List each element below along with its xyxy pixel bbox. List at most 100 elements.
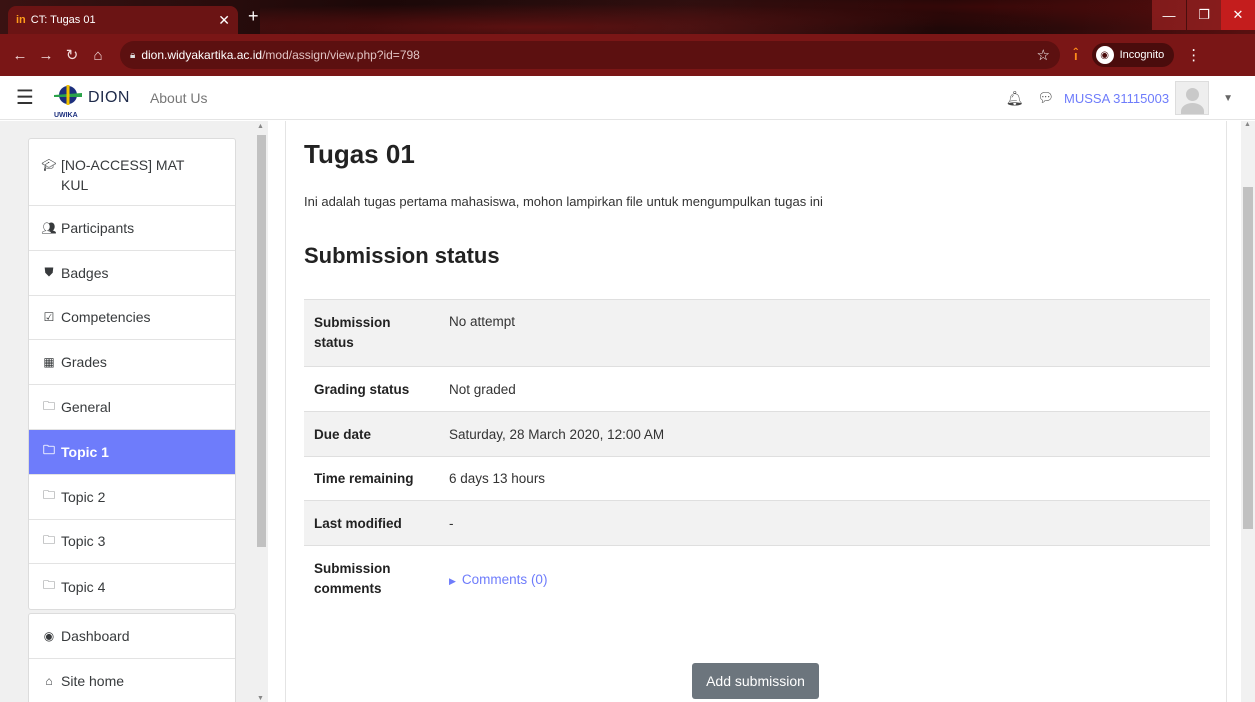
- add-submission-button[interactable]: Add submission: [692, 663, 819, 699]
- row-value-cell: ▶ Comments (0): [439, 546, 1210, 613]
- page-scroll-up-icon[interactable]: ▲: [1244, 121, 1251, 128]
- forward-icon[interactable]: →: [34, 47, 58, 64]
- close-window-icon[interactable]: ✕: [1221, 0, 1255, 30]
- row-label: Grading status: [314, 381, 410, 397]
- table-row: Due date Saturday, 28 March 2020, 12:00 …: [304, 411, 1210, 457]
- sidebar-item-competencies[interactable]: ☑ Competencies: [29, 296, 235, 341]
- check-square-icon: ☑: [43, 310, 55, 325]
- assignment-intro: Ini adalah tugas pertama mahasiswa, moho…: [304, 194, 823, 209]
- scroll-down-icon[interactable]: ▼: [257, 695, 264, 702]
- logo-subtitle: UWIKA: [53, 111, 78, 119]
- incognito-label: Incognito: [1119, 49, 1165, 61]
- shield-icon: ⛊: [44, 265, 54, 280]
- home-icon[interactable]: ⌂: [86, 47, 110, 64]
- tab-favicon-icon: in: [16, 14, 26, 26]
- row-label: Submission status: [314, 315, 391, 350]
- sidebar-item-site-home[interactable]: ⌂ Site home: [29, 659, 235, 702]
- user-name[interactable]: MUSSA 31115003: [1064, 91, 1169, 106]
- row-value: No attempt: [449, 314, 516, 329]
- maximize-window-icon[interactable]: ❐: [1187, 0, 1221, 30]
- sidebar-item-participants[interactable]: 👥︎ Participants: [29, 206, 235, 251]
- expand-triangle-icon[interactable]: ▶: [449, 576, 456, 586]
- table-row: Submission status No attempt: [304, 299, 1210, 367]
- row-value: 6 days 13 hours: [449, 471, 546, 486]
- browser-tab[interactable]: in CT: Tugas 01 ✕: [8, 6, 238, 34]
- sidebar-scrollbar[interactable]: ▲ ▼: [256, 121, 266, 702]
- page-scrollbar[interactable]: ▲: [1241, 121, 1255, 702]
- extension-icon[interactable]: ı̂: [1074, 48, 1078, 63]
- tab-title: CT: Tugas 01: [30, 14, 96, 26]
- folder-icon: 🗀: [42, 398, 55, 413]
- sidebar-item-topic-3[interactable]: 🗀 Topic 3: [29, 520, 235, 565]
- sidebar-item-grades[interactable]: ▦ Grades: [29, 340, 235, 386]
- address-bar[interactable]: 🔒︎ dion.widyakartika.ac.id/mod/assign/vi…: [120, 41, 1060, 69]
- sidebar-scrollbar-thumb[interactable]: [257, 135, 266, 547]
- row-label: Time remaining: [314, 471, 414, 486]
- folder-icon: 🗀: [42, 488, 55, 503]
- row-value: Not graded: [449, 381, 516, 397]
- sidebar-item-topic-4[interactable]: 🗀 Topic 4: [29, 564, 235, 609]
- incognito-icon: ◉: [1095, 46, 1114, 64]
- browser-tab-strip: in CT: Tugas 01 ✕ + — ❐ ✕: [0, 0, 1255, 34]
- row-label: Submission comments: [314, 561, 391, 597]
- table-row: Grading status Not graded: [304, 366, 1210, 412]
- new-tab-icon[interactable]: +: [248, 6, 259, 27]
- sidebar-item-label: Topic 2: [61, 488, 106, 505]
- tab-close-icon[interactable]: ✕: [218, 12, 230, 29]
- sidebar-item-label: General: [61, 399, 111, 416]
- url-host: dion.widyakartika.ac.id: [141, 48, 263, 62]
- submission-status-heading: Submission status: [304, 243, 500, 268]
- back-icon[interactable]: ←: [8, 47, 32, 64]
- site-logo[interactable]: UWIKA DION: [52, 82, 130, 119]
- folder-icon: 🗀: [42, 578, 55, 593]
- scroll-up-icon[interactable]: ▲: [257, 123, 264, 130]
- course-nav-group: 🎓︎ [NO-ACCESS] MAT KUL 👥︎ Participants ⛊…: [28, 138, 236, 611]
- home-icon: ⌂: [45, 674, 53, 689]
- main-region: Tugas 01 Ini adalah tugas pertama mahasi…: [285, 121, 1227, 702]
- hamburger-menu-icon[interactable]: ☰: [16, 85, 34, 110]
- folder-icon: 🗀: [42, 443, 55, 458]
- avatar[interactable]: [1175, 81, 1210, 115]
- site-nav-group: ◉ Dashboard ⌂ Site home: [28, 613, 236, 702]
- users-icon: 👥︎: [41, 220, 57, 235]
- sidebar-item-general[interactable]: 🗀 General: [29, 385, 235, 430]
- incognito-badge[interactable]: ◉ Incognito: [1091, 43, 1175, 67]
- table-row: Submission comments ▶ Comments (0): [304, 545, 1210, 613]
- dashboard-icon: ◉: [43, 628, 55, 643]
- sidebar-item-course[interactable]: 🎓︎ [NO-ACCESS] MAT KUL: [29, 139, 235, 206]
- sidebar-item-label: Badges: [61, 264, 109, 281]
- folder-icon: 🗀: [42, 532, 55, 547]
- sidebar-item-label: [NO-ACCESS] MAT KUL: [61, 157, 185, 193]
- notification-bell-icon[interactable]: 🔔︎: [1006, 90, 1024, 107]
- table-row: Last modified -: [304, 500, 1210, 546]
- sidebar-item-dashboard[interactable]: ◉ Dashboard: [29, 614, 235, 659]
- row-value: -: [449, 515, 454, 531]
- row-label: Due date: [314, 426, 372, 442]
- table-icon: ▦: [43, 355, 55, 370]
- sidebar-item-label: Dashboard: [61, 627, 130, 644]
- reload-icon[interactable]: ↻: [60, 46, 84, 64]
- minimize-window-icon[interactable]: —: [1152, 0, 1186, 30]
- sidebar-item-label: Grades: [61, 354, 107, 371]
- dion-logo-icon: UWIKA: [52, 82, 84, 119]
- row-value: Saturday, 28 March 2020, 12:00 AM: [449, 426, 665, 442]
- user-menu-caret-icon[interactable]: ▼: [1223, 93, 1233, 104]
- sidebar-item-label: Topic 4: [61, 578, 106, 595]
- sidebar-item-topic-2[interactable]: 🗀 Topic 2: [29, 475, 235, 520]
- browser-menu-icon[interactable]: ⋮: [1186, 46, 1201, 64]
- logo-text: DION: [87, 88, 130, 106]
- table-row: Time remaining 6 days 13 hours: [304, 456, 1210, 501]
- sidebar-item-label: Topic 3: [61, 533, 106, 550]
- page-scrollbar-thumb[interactable]: [1243, 187, 1253, 529]
- messages-icon[interactable]: 💬︎: [1038, 90, 1055, 106]
- sidebar-item-badges[interactable]: ⛊ Badges: [29, 251, 235, 296]
- sidebar-item-label: Competencies: [61, 309, 151, 326]
- submission-status-table: Submission status No attempt Grading sta…: [304, 299, 1210, 613]
- sidebar-item-topic-1[interactable]: 🗀 Topic 1: [29, 429, 235, 475]
- sidebar-item-label: Topic 1: [61, 443, 109, 460]
- graduation-cap-icon: 🎓︎: [41, 158, 57, 172]
- comments-link[interactable]: Comments (0): [462, 572, 548, 587]
- course-nav-drawer: 🎓︎ [NO-ACCESS] MAT KUL 👥︎ Participants ⛊…: [0, 121, 268, 702]
- bookmark-star-icon[interactable]: ☆: [1037, 46, 1050, 64]
- about-us-link[interactable]: About Us: [150, 90, 208, 106]
